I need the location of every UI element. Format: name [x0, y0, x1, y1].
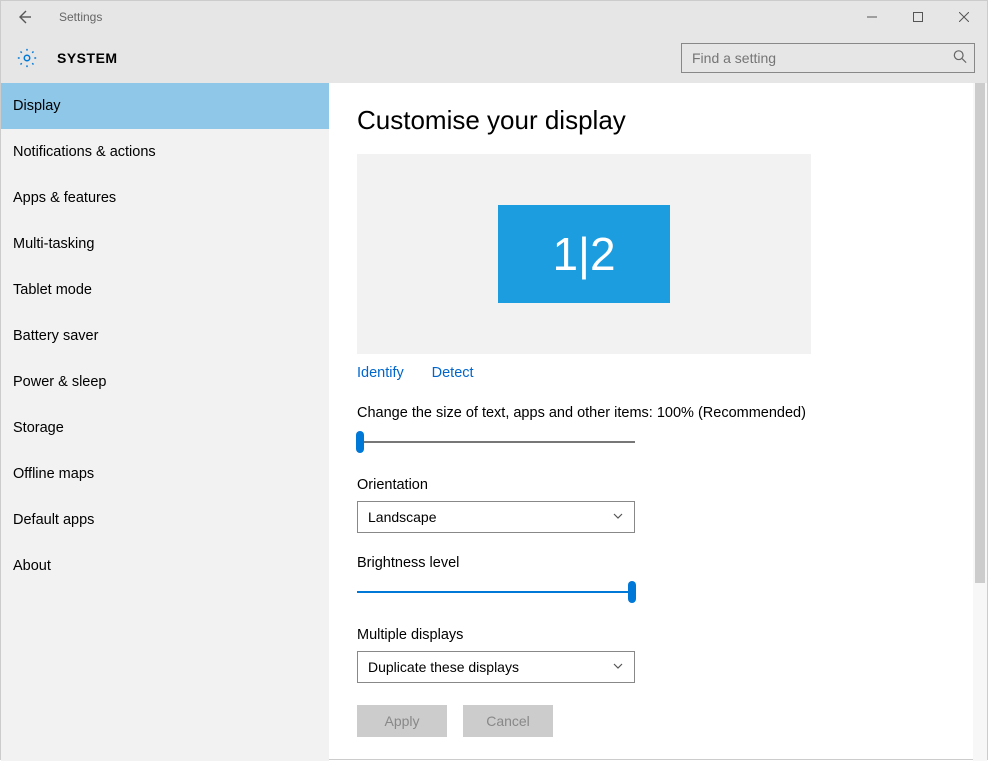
brightness-slider[interactable] [357, 579, 635, 605]
gear-icon [13, 44, 41, 72]
search-wrap [681, 43, 975, 73]
close-button[interactable] [941, 1, 987, 33]
button-row: Apply Cancel [357, 705, 987, 737]
detect-link[interactable]: Detect [432, 365, 474, 381]
link-row: Identify Detect [357, 364, 987, 381]
multiple-displays-dropdown[interactable]: Duplicate these displays [357, 651, 635, 683]
chevron-down-icon [612, 509, 624, 525]
search-icon [953, 50, 967, 67]
sidebar-item-label: About [13, 558, 51, 574]
maximize-button[interactable] [895, 1, 941, 33]
sidebar-item-label: Notifications & actions [13, 144, 156, 160]
minimize-button[interactable] [849, 1, 895, 33]
apply-button[interactable]: Apply [357, 705, 447, 737]
cancel-button[interactable]: Cancel [463, 705, 553, 737]
identify-link[interactable]: Identify [357, 365, 404, 381]
sidebar-item-label: Power & sleep [13, 374, 107, 390]
orientation-dropdown[interactable]: Landscape [357, 501, 635, 533]
sidebar-item-label: Apps & features [13, 190, 116, 206]
sidebar-item-default-apps[interactable]: Default apps [1, 497, 329, 543]
page-heading: Customise your display [357, 105, 987, 136]
scale-slider[interactable] [357, 429, 635, 455]
monitor-tile[interactable]: 1|2 [498, 205, 670, 303]
back-button[interactable] [9, 2, 39, 32]
monitor-label: 1|2 [552, 227, 615, 281]
sidebar-item-about[interactable]: About [1, 543, 329, 589]
chevron-down-icon [612, 659, 624, 675]
sidebar: Display Notifications & actions Apps & f… [1, 83, 329, 761]
scrollbar[interactable] [973, 83, 987, 761]
titlebar: Settings [1, 1, 987, 33]
sidebar-item-notifications[interactable]: Notifications & actions [1, 129, 329, 175]
sidebar-item-label: Default apps [13, 512, 94, 528]
sidebar-item-power-sleep[interactable]: Power & sleep [1, 359, 329, 405]
sidebar-item-label: Multi-tasking [13, 236, 94, 252]
sidebar-item-apps-features[interactable]: Apps & features [1, 175, 329, 221]
search-input[interactable] [681, 43, 975, 73]
scale-label: Change the size of text, apps and other … [357, 405, 987, 421]
sidebar-item-tablet-mode[interactable]: Tablet mode [1, 267, 329, 313]
page-category-label: SYSTEM [57, 50, 118, 66]
sidebar-item-label: Battery saver [13, 328, 98, 344]
sidebar-item-offline-maps[interactable]: Offline maps [1, 451, 329, 497]
main-panel: Customise your display 1|2 Identify Dete… [329, 83, 987, 761]
orientation-value: Landscape [368, 509, 437, 525]
scrollbar-thumb[interactable] [975, 83, 985, 583]
sidebar-item-label: Tablet mode [13, 282, 92, 298]
multiple-displays-value: Duplicate these displays [368, 659, 519, 675]
window-title: Settings [59, 10, 102, 24]
orientation-label: Orientation [357, 477, 987, 493]
sidebar-item-storage[interactable]: Storage [1, 405, 329, 451]
sidebar-item-battery-saver[interactable]: Battery saver [1, 313, 329, 359]
sidebar-item-label: Offline maps [13, 466, 94, 482]
brightness-label: Brightness level [357, 555, 987, 571]
header-row: SYSTEM [1, 33, 987, 83]
sidebar-item-label: Storage [13, 420, 64, 436]
sidebar-item-multitasking[interactable]: Multi-tasking [1, 221, 329, 267]
sidebar-item-label: Display [13, 98, 61, 114]
display-preview[interactable]: 1|2 [357, 154, 811, 354]
sidebar-item-display[interactable]: Display [1, 83, 329, 129]
multiple-displays-label: Multiple displays [357, 627, 987, 643]
